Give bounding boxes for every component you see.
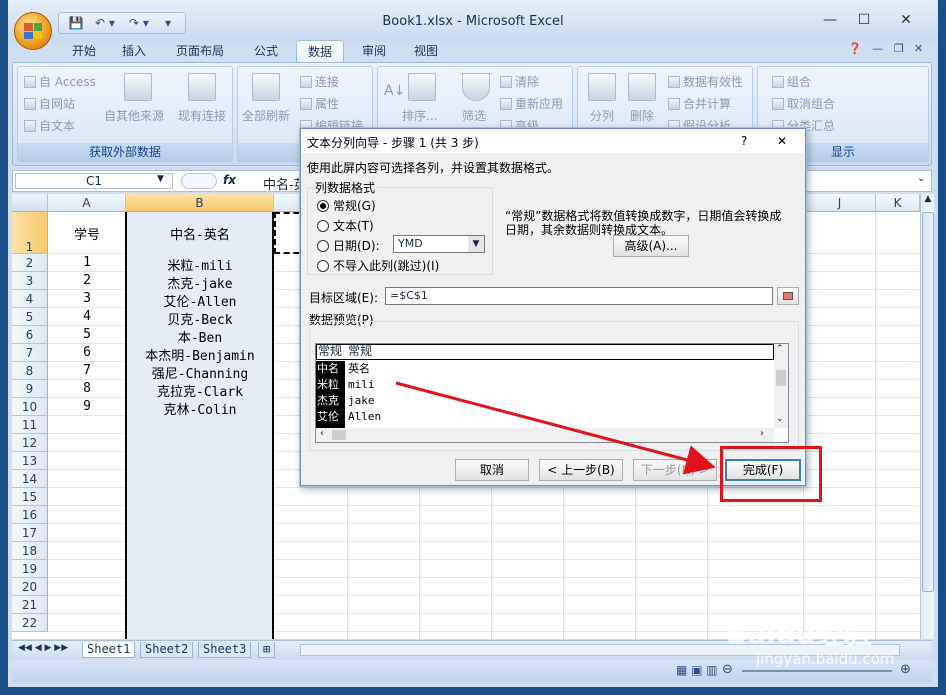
office-button[interactable] <box>14 12 52 50</box>
cell-b4[interactable]: 艾伦-Allen <box>126 291 274 310</box>
cell-a8[interactable]: 7 <box>48 363 126 378</box>
cell-a4[interactable]: 3 <box>48 291 126 306</box>
baidu-watermark-url: jingyan.baidu.com <box>756 650 895 668</box>
cell-b8[interactable]: 强尼-Channing <box>126 363 274 382</box>
cell-a3[interactable]: 2 <box>48 273 126 288</box>
baidu-watermark: Baidu经验 <box>726 617 872 650</box>
cell-b9[interactable]: 克拉克-Clark <box>126 381 274 400</box>
cell-b7[interactable]: 本杰明-Benjamin <box>126 345 274 364</box>
annotation-arrow-line <box>395 381 716 475</box>
cell-b6[interactable]: 本-Ben <box>126 327 274 346</box>
cell-a7[interactable]: 6 <box>48 345 126 360</box>
cell-b1[interactable]: 中名-英名 <box>126 224 274 243</box>
cell-b5[interactable]: 贝克-Beck <box>126 309 274 328</box>
cell-b10[interactable]: 克林-Colin <box>126 399 274 418</box>
cell-a9[interactable]: 8 <box>48 381 126 396</box>
cell-a6[interactable]: 5 <box>48 327 126 342</box>
cell-a2[interactable]: 1 <box>48 255 126 270</box>
cell-b2[interactable]: 米粒-mili <box>126 255 274 274</box>
annotation-highlight-box <box>720 446 822 502</box>
cell-a10[interactable]: 9 <box>48 399 126 414</box>
cell-a5[interactable]: 4 <box>48 309 126 324</box>
cell-a1[interactable]: 学号 <box>48 224 126 243</box>
cell-b3[interactable]: 杰克-jake <box>126 273 274 292</box>
office-logo-icon <box>24 23 42 39</box>
